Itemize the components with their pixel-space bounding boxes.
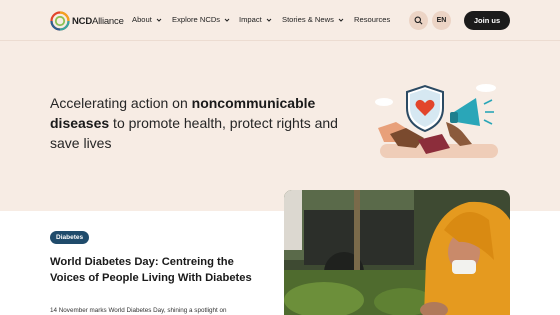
nav-item-label: Explore NCDs xyxy=(172,15,221,24)
nav-item-explore-ncds[interactable]: Explore NCDs xyxy=(172,15,230,24)
photo-woman-gardening xyxy=(284,190,510,315)
hero-headline: Accelerating action on noncommunicable d… xyxy=(50,93,365,153)
site-header: NCDAlliance About Explore NCDs Impact St… xyxy=(0,0,560,41)
join-us-button[interactable]: Join us xyxy=(464,11,510,30)
nav-item-label: Impact xyxy=(239,15,262,24)
search-icon xyxy=(414,16,423,25)
cloud-icon xyxy=(375,98,393,106)
megaphone-icon xyxy=(454,98,480,126)
nav-item-impact[interactable]: Impact xyxy=(239,15,272,24)
nav-item-label: Resources xyxy=(354,15,391,24)
chevron-down-icon xyxy=(266,18,272,22)
megaphone-handle xyxy=(450,112,458,123)
nav-item-resources[interactable]: Resources xyxy=(354,15,390,24)
arm-shape xyxy=(446,122,472,146)
logo-text: NCDAlliance xyxy=(72,16,124,27)
search-button[interactable] xyxy=(409,11,428,30)
nav-item-about[interactable]: About xyxy=(132,15,162,24)
language-button[interactable]: EN xyxy=(432,11,451,30)
ncd-alliance-logo[interactable]: NCDAlliance xyxy=(50,11,124,31)
logo-text-light: Alliance xyxy=(91,15,124,27)
advocacy-illustration xyxy=(375,84,498,158)
logo-text-bold: NCD xyxy=(72,15,92,27)
chevron-down-icon xyxy=(338,18,344,22)
cloud-icon xyxy=(476,84,496,92)
chevron-down-icon xyxy=(224,18,230,22)
hero-text-part1: Accelerating action on xyxy=(50,95,192,111)
chevron-down-icon xyxy=(156,18,162,22)
featured-article-summary: 14 November marks World Diabetes Day, sh… xyxy=(50,307,227,314)
nav-item-label: About xyxy=(132,15,152,24)
category-badge[interactable]: Diabetes xyxy=(50,231,90,244)
logo-mark-icon xyxy=(50,11,70,31)
featured-article-title[interactable]: World Diabetes Day: Centreing the Voices… xyxy=(50,254,260,286)
featured-article-image[interactable] xyxy=(284,190,510,315)
nav-item-label: Stories & News xyxy=(282,15,334,24)
nav-item-stories-news[interactable]: Stories & News xyxy=(282,15,344,24)
